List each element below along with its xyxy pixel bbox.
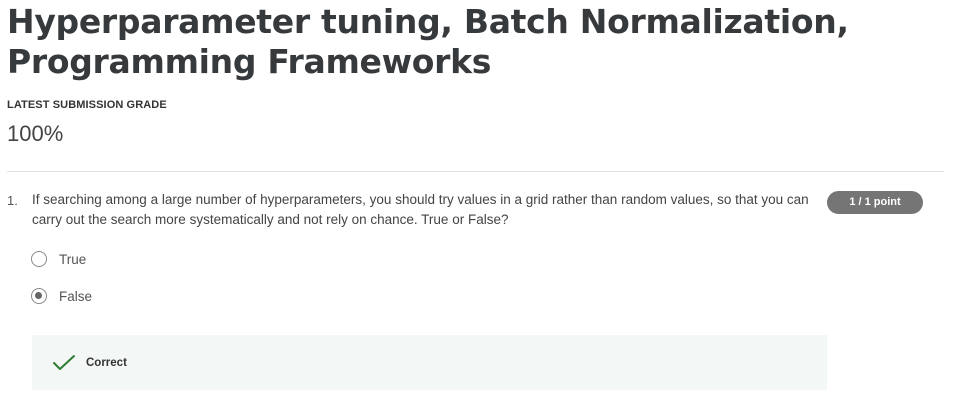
option-label: True: [59, 251, 87, 267]
question-number: 1.: [7, 193, 18, 208]
page-title: Hyperparameter tuning, Batch Normalizati…: [7, 2, 849, 81]
feedback-box: Correct: [32, 335, 827, 390]
option-label: False: [59, 288, 93, 304]
points-badge: 1 / 1 point: [827, 191, 923, 214]
checkmark-icon: [53, 354, 75, 370]
radio-false[interactable]: [31, 288, 47, 304]
question-text: If searching among a large number of hyp…: [32, 192, 809, 227]
option-false[interactable]: False: [31, 285, 92, 307]
quiz-page: Hyperparameter tuning, Batch Normalizati…: [0, 0, 957, 413]
grade-label: LATEST SUBMISSION GRADE: [7, 99, 167, 111]
grade-value: 100%: [7, 121, 64, 146]
radio-true[interactable]: [31, 251, 47, 267]
option-true[interactable]: True: [31, 248, 86, 270]
feedback-status: Correct: [86, 356, 127, 369]
divider: [7, 171, 944, 172]
